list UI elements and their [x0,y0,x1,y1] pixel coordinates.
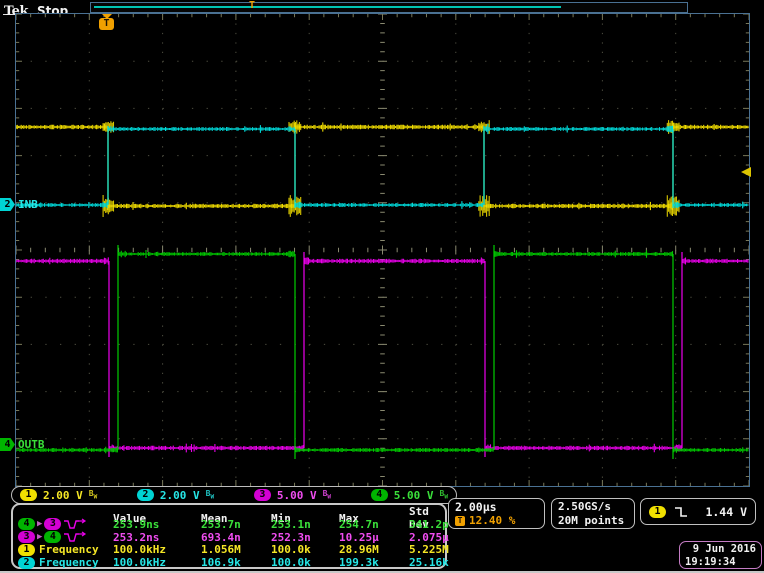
meas-min: 252.3n [271,531,339,544]
channel2-scale: 2.00 V [160,489,200,502]
meas-stddev: 5.225M [409,543,449,556]
time: 19:19:34 [685,556,756,569]
channel2-badge: 2 [137,489,154,501]
channel1-readout[interactable]: 1 2.00 V BW [20,489,97,502]
trigger-level-arrow-icon[interactable] [741,167,751,177]
channel2-readout[interactable]: 2 2.00 V BW [137,489,214,502]
channel4-badge: 4 [371,489,388,501]
measurement-panel: Value Mean Min Max Std Dev 4 ▶ 3 253.9ns… [11,503,447,569]
meas-value: 253.2ns [113,531,201,544]
meas-stddev: 25.16k [409,556,449,569]
channel4-badge: 4 [44,531,61,543]
channel1-scale: 2.00 V [43,489,83,502]
measurement-label: Frequency [39,556,99,569]
oscilloscope-screen: { "header": { "logo": "Tek", "status": "… [0,0,764,573]
bandwidth-limit-icon: BW [323,489,331,501]
channel2-badge: 2 [18,557,35,569]
trigger-level: 1.44 V [705,505,747,519]
meas-value: 253.9ns [113,518,201,531]
meas-mean: 106.9k [201,556,271,569]
arrow-icon: ▶ [37,532,42,542]
channel4-readout[interactable]: 4 5.00 V BW [371,489,448,502]
meas-max: 10.25µ [339,531,409,544]
horizontal-readout-box[interactable]: 2.00µs T 12.40 % [448,498,545,529]
measurement-label: Frequency [39,543,99,556]
measurement-row-delay-4-3[interactable]: 4 ▶ 3 253.9ns 253.7n 253.1n 254.7n 341.2… [16,518,442,531]
bandwidth-limit-icon: BW [206,489,214,501]
channel3-badge: 3 [254,489,271,501]
channel3-readout[interactable]: 3 5.00 V BW [254,489,331,502]
meas-max: 199.3k [339,556,409,569]
trigger-t-icon: T [455,516,465,526]
channel4-badge: 4 [18,518,35,530]
horizontal-position: 12.40 % [469,514,515,527]
meas-mean: 1.056M [201,543,271,556]
arrow-icon: ▶ [37,519,42,529]
trigger-readout-box[interactable]: 1 1.44 V [640,498,756,525]
meas-stddev: 2.075µ [409,531,449,544]
channel-scale-bar: 1 2.00 V BW 2 2.00 V BW 3 5.00 V BW 4 5.… [11,486,457,504]
acquisition-preview-bar[interactable]: T [90,2,688,13]
trigger-position-marker-icon[interactable]: T [249,1,255,11]
datetime-box: 9 Jun 2016 19:19:34 [679,541,762,569]
meas-value: 100.0kHz [113,543,201,556]
record-window-line [94,6,561,8]
horizontal-scale: 2.00µs [455,500,538,514]
channel3-badge: 3 [18,531,35,543]
channel1-badge: 1 [18,544,35,556]
bandwidth-limit-icon: BW [440,489,448,501]
meas-min: 100.0k [271,556,339,569]
measurement-row-ch1-frequency[interactable]: 1 Frequency 100.0kHz 1.056M 100.0k 28.96… [16,543,442,556]
record-length: 20M points [558,514,628,528]
date: 9 Jun 2016 [685,543,756,556]
meas-stddev: 341.2p [409,518,449,531]
acquisition-readout-box[interactable]: 2.50GS/s 20M points [551,498,635,529]
graticule[interactable] [15,13,750,487]
delay-edge-icon [63,518,87,530]
meas-max: 28.96M [339,543,409,556]
meas-mean: 253.7n [201,518,271,531]
trigger-flag-t-icon: T [99,18,114,30]
trigger-position-flag[interactable]: T [99,14,115,31]
falling-edge-icon [674,506,688,518]
channel4-scale: 5.00 V [394,489,434,502]
trigger-source-badge: 1 [649,506,666,518]
meas-min: 100.0k [271,543,339,556]
sample-rate: 2.50GS/s [558,500,628,514]
waveform-display[interactable] [16,14,749,486]
channel2-signal-label: INB [18,198,38,211]
meas-value: 100.0kHz [113,556,201,569]
meas-max: 254.7n [339,518,409,531]
measurement-header-row: Value Mean Min Max Std Dev [16,505,442,518]
channel4-position-marker[interactable]: 4 [0,438,15,451]
channel4-signal-label: OUTB [18,438,45,451]
channel3-badge: 3 [44,518,61,530]
meas-mean: 693.4n [201,531,271,544]
meas-min: 253.1n [271,518,339,531]
channel1-badge: 1 [20,489,37,501]
measurement-row-delay-3-4[interactable]: 3 ▶ 4 253.2ns 693.4n 252.3n 10.25µ 2.075… [16,531,442,544]
delay-edge-icon [63,531,87,543]
channel2-position-marker[interactable]: 2 [0,198,15,211]
bandwidth-limit-icon: BW [89,489,97,501]
measurement-row-ch2-frequency[interactable]: 2 Frequency 100.0kHz 106.9k 100.0k 199.3… [16,556,442,569]
channel3-scale: 5.00 V [277,489,317,502]
